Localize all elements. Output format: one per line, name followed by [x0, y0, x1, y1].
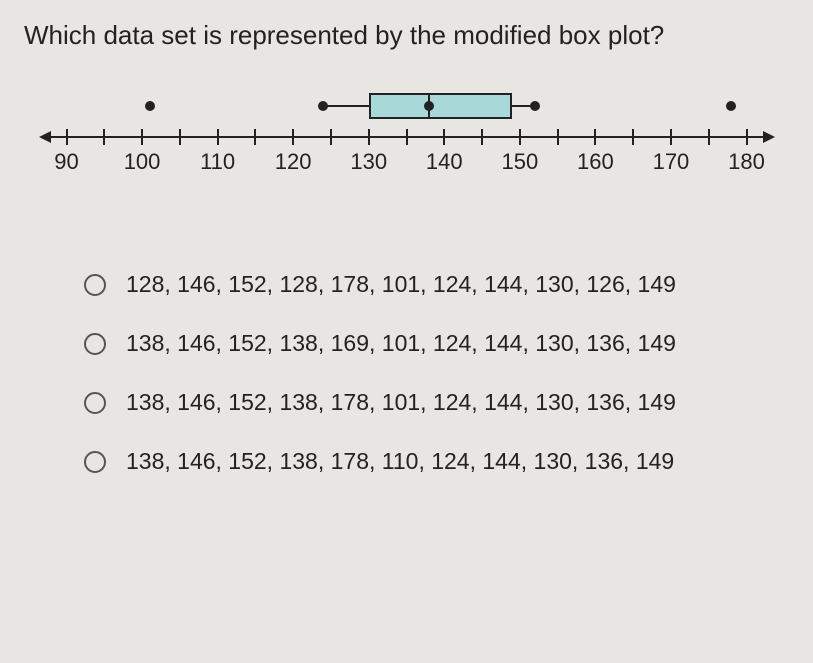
- option-2-text: 138, 146, 152, 138, 169, 101, 124, 144, …: [126, 330, 676, 357]
- tick: [330, 129, 332, 145]
- radio-icon: [84, 451, 106, 473]
- whisker-low: [323, 105, 368, 107]
- tick: [406, 129, 408, 145]
- option-3-text: 138, 146, 152, 138, 178, 101, 124, 144, …: [126, 389, 676, 416]
- tick-label: 150: [501, 149, 538, 175]
- radio-icon: [84, 274, 106, 296]
- tick: [632, 129, 634, 145]
- tick-label: 160: [577, 149, 614, 175]
- tick-label: 140: [426, 149, 463, 175]
- tick: [141, 129, 143, 145]
- tick: [217, 129, 219, 145]
- tick: [292, 129, 294, 145]
- tick: [368, 129, 370, 145]
- tick-label: 180: [728, 149, 765, 175]
- tick: [746, 129, 748, 145]
- outlier-dot: [726, 101, 736, 111]
- tick-label: 170: [653, 149, 690, 175]
- option-1[interactable]: 128, 146, 152, 128, 178, 101, 124, 144, …: [84, 271, 789, 298]
- tick: [254, 129, 256, 145]
- tick: [708, 129, 710, 145]
- option-1-text: 128, 146, 152, 128, 178, 101, 124, 144, …: [126, 271, 676, 298]
- tick-label: 100: [124, 149, 161, 175]
- option-4-text: 138, 146, 152, 138, 178, 110, 124, 144, …: [126, 448, 674, 475]
- tick: [179, 129, 181, 145]
- tick-label: 130: [350, 149, 387, 175]
- tick: [670, 129, 672, 145]
- question-text: Which data set is represented by the mod…: [24, 20, 789, 51]
- tick-label: 90: [54, 149, 78, 175]
- marker-dot: [318, 101, 328, 111]
- option-4[interactable]: 138, 146, 152, 138, 178, 110, 124, 144, …: [84, 448, 789, 475]
- tick: [594, 129, 596, 145]
- tick-label: 120: [275, 149, 312, 175]
- box-plot: 90100110120130140150160170180: [47, 81, 767, 171]
- box: [369, 93, 513, 119]
- option-2[interactable]: 138, 146, 152, 138, 169, 101, 124, 144, …: [84, 330, 789, 357]
- tick: [443, 129, 445, 145]
- tick: [481, 129, 483, 145]
- tick: [103, 129, 105, 145]
- option-3[interactable]: 138, 146, 152, 138, 178, 101, 124, 144, …: [84, 389, 789, 416]
- answer-options: 128, 146, 152, 128, 178, 101, 124, 144, …: [24, 271, 789, 475]
- axis-arrow-right: [763, 131, 775, 143]
- radio-icon: [84, 333, 106, 355]
- tick: [519, 129, 521, 145]
- tick: [557, 129, 559, 145]
- marker-dot: [424, 101, 434, 111]
- outlier-dot: [145, 101, 155, 111]
- marker-dot: [530, 101, 540, 111]
- tick-label: 110: [200, 149, 235, 175]
- tick: [66, 129, 68, 145]
- radio-icon: [84, 392, 106, 414]
